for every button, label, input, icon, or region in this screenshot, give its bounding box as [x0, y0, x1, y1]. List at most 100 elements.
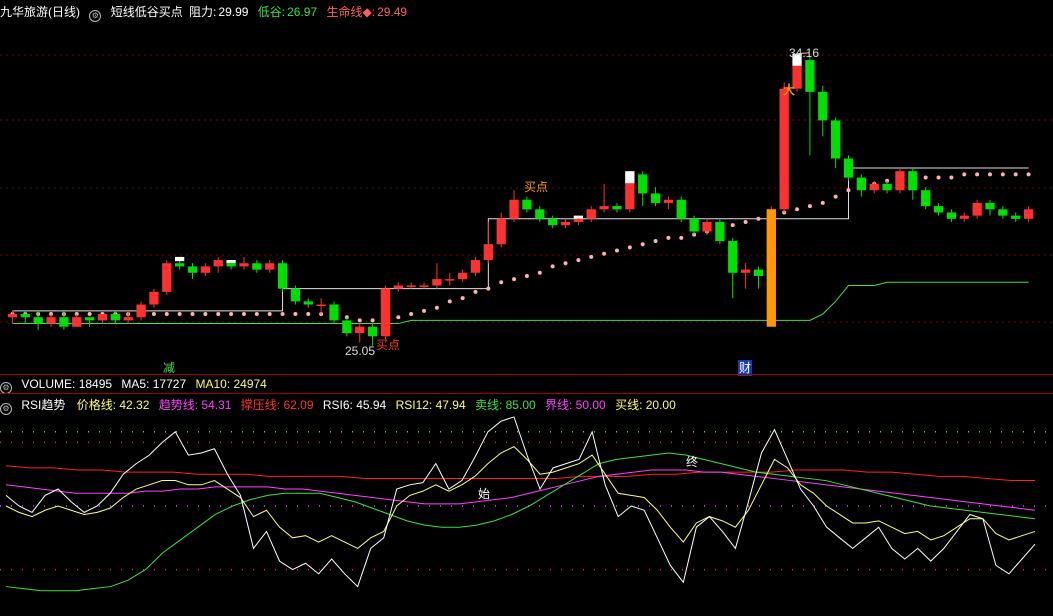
- support-dot: [280, 312, 285, 317]
- candle-body: [46, 317, 56, 324]
- candle-body: [689, 218, 699, 232]
- candle-body: [663, 199, 674, 203]
- life-value: 29.49: [377, 5, 408, 19]
- support-dot: [936, 175, 941, 180]
- support-dot: [550, 264, 555, 269]
- candle-body: [393, 285, 403, 289]
- support-dot: [473, 289, 478, 294]
- candle-body: [72, 317, 82, 327]
- support-dot: [614, 248, 619, 253]
- candle-body: [972, 202, 982, 216]
- support-dot: [460, 296, 465, 301]
- candle-body: [303, 301, 313, 305]
- candle-body: [548, 218, 558, 226]
- support-dot: [563, 261, 568, 266]
- indicator-name[interactable]: 短线低谷买点: [111, 5, 183, 19]
- candle-body: [175, 263, 185, 267]
- support-dot: [975, 172, 980, 177]
- buy-point-label-1: 买点: [524, 180, 549, 194]
- candle-body: [367, 326, 378, 337]
- candle-highlight: [625, 171, 635, 184]
- rsi-settings-icon[interactable]: ⚙: [0, 403, 12, 415]
- rsi-title[interactable]: RSI趋势: [21, 398, 65, 412]
- support-dot: [254, 312, 259, 317]
- candle-body: [355, 326, 365, 334]
- main-header: 九华旅游(日线) ⚙ 短线低谷买点 阻力: 29.99 低谷: 26.97 生命线◆…: [0, 4, 413, 22]
- candle-body: [676, 199, 686, 219]
- support-dot: [190, 312, 195, 317]
- volume-ma5: MA5: 17727: [121, 377, 187, 391]
- support-dot: [447, 299, 452, 304]
- support-dot: [370, 318, 375, 323]
- support-dot: [833, 194, 838, 199]
- candle-body: [535, 209, 545, 219]
- candle-body: [946, 212, 957, 219]
- volume-value: VOLUME: 18495: [21, 377, 113, 391]
- candle-body: [162, 263, 172, 292]
- support-dot: [949, 175, 954, 180]
- candle-body: [509, 199, 519, 219]
- candle-body: [149, 291, 159, 305]
- support-dot: [756, 216, 761, 221]
- support-dot: [537, 270, 542, 275]
- low-price-label: 25.05: [345, 344, 376, 358]
- candle-body: [200, 266, 210, 273]
- support-dot: [357, 318, 362, 323]
- candle-highlight: [226, 260, 236, 263]
- candle-body: [123, 317, 133, 321]
- candle-body: [638, 174, 648, 194]
- rsi-end-mark: 终: [686, 455, 699, 469]
- candle-highlight: [175, 256, 185, 262]
- candle-body: [728, 241, 738, 273]
- candle-body: [779, 88, 789, 210]
- candle-body: [406, 285, 416, 287]
- resistance-value: 29.99: [218, 5, 249, 19]
- candle-body: [843, 158, 854, 178]
- support-dot: [267, 312, 272, 317]
- support-dot: [203, 312, 208, 317]
- candle-body: [998, 209, 1008, 216]
- support-dot: [177, 312, 182, 317]
- candle-body: [445, 279, 455, 281]
- candle-body: [933, 206, 944, 213]
- support-dot: [627, 245, 632, 250]
- volume-header: ⚙ VOLUME: 18495 MA5: 17727 MA10: 24974: [0, 376, 273, 394]
- high-price-label: 34.16: [789, 46, 820, 60]
- candle-body: [856, 177, 866, 191]
- candle-body: [97, 314, 108, 321]
- support-dot: [962, 172, 967, 177]
- valley-label: 低谷:: [257, 5, 286, 19]
- candle-body: [869, 183, 879, 191]
- signal-marker: 大: [783, 83, 796, 97]
- candle-body: [740, 269, 751, 273]
- life-label: 生命线◆:: [326, 5, 376, 19]
- support-dot: [434, 305, 439, 310]
- rsi-buy-line: 买线: 20.00: [615, 398, 676, 412]
- candle-body: [573, 218, 584, 222]
- candle-body: [753, 269, 764, 276]
- candle-body: [908, 171, 918, 191]
- candle-body: [33, 317, 43, 324]
- support-dot: [216, 312, 221, 317]
- support-dot: [923, 175, 928, 180]
- candle-body: [136, 304, 146, 318]
- support-dot: [229, 312, 234, 317]
- candle-body: [59, 317, 69, 327]
- resistance-label: 阻力:: [189, 5, 217, 19]
- candle-body: [110, 314, 120, 321]
- support-dot: [293, 312, 298, 317]
- candle-body: [252, 263, 262, 270]
- candle-body: [921, 190, 931, 207]
- candle-body: [329, 304, 339, 321]
- candle-body: [277, 263, 288, 289]
- support-dot: [653, 239, 658, 244]
- candle-body: [599, 206, 609, 210]
- support-dot: [679, 235, 684, 240]
- support-dot: [1013, 172, 1018, 177]
- support-dot: [87, 312, 92, 317]
- rsi-price-line: 价格线: 42.32: [76, 398, 150, 412]
- stock-title[interactable]: 九华旅游(日线): [0, 5, 80, 19]
- support-dot: [666, 235, 671, 240]
- buy-point-label-2: 买点: [376, 338, 401, 352]
- signal-column: [766, 209, 776, 327]
